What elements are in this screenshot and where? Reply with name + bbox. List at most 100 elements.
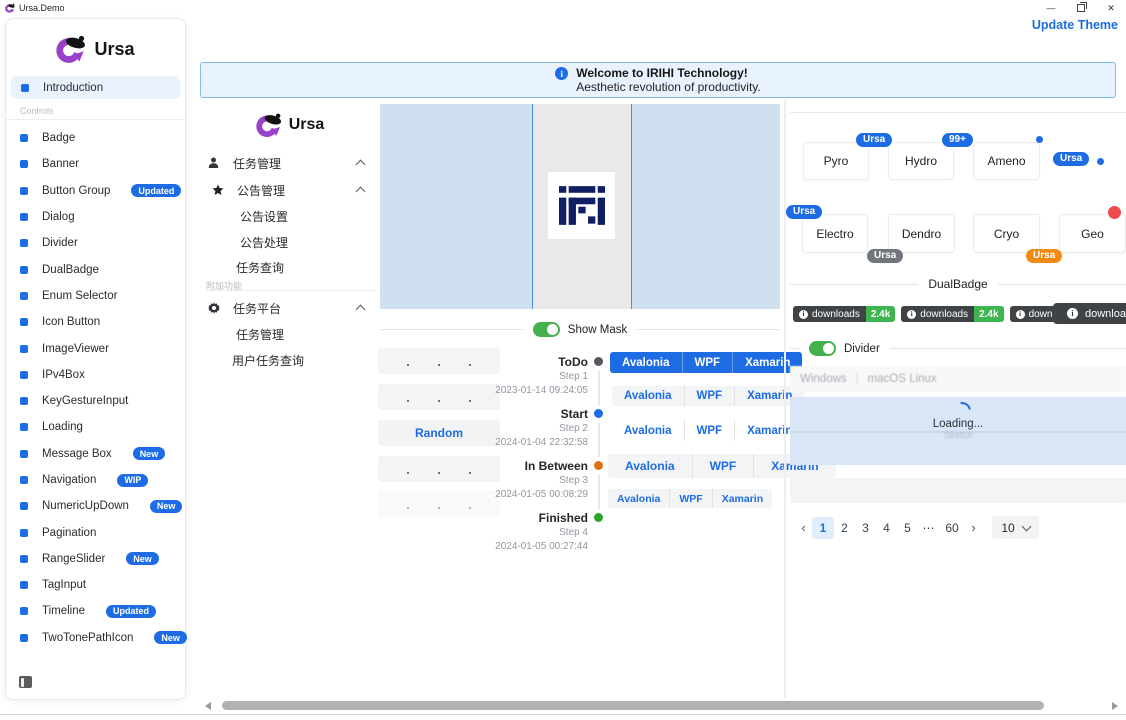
restore-button[interactable] [1066, 0, 1096, 16]
pagination: ‹ 1 2 3 4 5 ⋯ 60 › 10 [795, 516, 1039, 539]
dot-badge [1097, 158, 1104, 165]
timeline-title: ToDo [460, 355, 588, 369]
count-badge: 99+ [942, 133, 973, 147]
page-button-1[interactable]: 1 [812, 517, 834, 539]
sidebar-item-button-group[interactable]: Button GroupUpdated [6, 178, 185, 204]
sidebar-item-dialog[interactable]: Dialog [6, 204, 185, 230]
sidebar-item-dualbadge[interactable]: DualBadge [6, 256, 185, 282]
timeline-connector [598, 475, 600, 509]
wpf-button[interactable]: WPF [684, 386, 735, 406]
timeline-step: Step 4 [440, 527, 588, 538]
page-button-4[interactable]: 4 [876, 517, 897, 539]
sidebar-item-keygestureinput[interactable]: KeyGestureInput [6, 388, 185, 414]
page-button-60[interactable]: 60 [939, 517, 965, 539]
scroll-right-icon[interactable] [1112, 702, 1118, 710]
sidebar-item-divider[interactable]: Divider [6, 230, 185, 256]
wpf-button[interactable]: WPF [682, 352, 733, 373]
sidebar-item-message-box[interactable]: Message BoxNew [6, 441, 185, 467]
square-bullet-icon [20, 318, 28, 326]
wpf-button[interactable]: WPF [669, 489, 711, 508]
status-badge: New [150, 500, 183, 513]
square-bullet-icon [20, 239, 28, 247]
scroll-left-icon[interactable] [205, 702, 211, 710]
avalonia-button[interactable]: Avalonia [608, 454, 692, 478]
square-bullet-icon [20, 607, 28, 615]
chevron-up-icon [356, 187, 366, 197]
wpf-button[interactable]: WPF [684, 420, 735, 441]
chevron-up-icon [356, 305, 366, 315]
menu-item-task-platform[interactable]: 任务平台 [207, 299, 372, 317]
square-bullet-icon [20, 634, 28, 642]
close-button[interactable]: ✕ [1096, 0, 1126, 16]
sidebar-section-controls: Controls [20, 106, 185, 116]
page-button-3[interactable]: 3 [855, 517, 876, 539]
sidebar-item-twotonepathicon[interactable]: TwoTonePathIconNew [6, 625, 185, 651]
button-group-small: Avalonia WPF Xamarin [608, 489, 772, 508]
sidebar-item-timeline[interactable]: TimelineUpdated [6, 598, 185, 624]
collapsed-panel [790, 478, 1126, 503]
sidebar-item-ipv4box[interactable]: IPv4Box [6, 362, 185, 388]
viewer-guide-line[interactable] [532, 104, 534, 309]
sidebar-item-badge[interactable]: Badge [6, 125, 185, 151]
star-icon [211, 184, 224, 196]
avalonia-button[interactable]: Avalonia [612, 386, 684, 406]
sidebar-item-enum-selector[interactable]: Enum Selector [6, 283, 185, 309]
dualbadge-divider-label: DualBadge [928, 277, 987, 291]
timeline-title: Start [460, 407, 588, 421]
sidebar-item-loading[interactable]: Loading [6, 414, 185, 440]
menu-item-announcement-settings[interactable]: 公告设置 [240, 207, 288, 225]
avalonia-button[interactable]: Avalonia [608, 489, 669, 508]
menu-item-task-management[interactable]: 任务管理 [207, 154, 372, 172]
ursa-logo-text: Ursa [94, 39, 134, 60]
sidebar-item-navigation[interactable]: NavigationWIP [6, 467, 185, 493]
ursa-badge-standalone: Ursa [1053, 152, 1089, 166]
sidebar-item-imageviewer[interactable]: ImageViewer [6, 335, 185, 361]
person-icon [207, 157, 220, 169]
sidebar-item-banner[interactable]: Banner [6, 151, 185, 177]
image-viewer[interactable] [380, 104, 780, 309]
prev-page-button[interactable]: ‹ [795, 517, 812, 539]
menu-item-user-task-query[interactable]: 用户任务查询 [232, 351, 304, 369]
divider-toggle[interactable] [809, 341, 836, 356]
square-bullet-icon [20, 345, 28, 353]
page-size-dropdown[interactable]: 10 [992, 516, 1039, 539]
page-ellipsis[interactable]: ⋯ [918, 517, 939, 539]
menu-item-announcement-processing[interactable]: 公告处理 [240, 233, 288, 251]
ursa-badge: Ursa [856, 133, 892, 147]
timeline-dot-finished [594, 513, 603, 522]
avalonia-button[interactable]: Avalonia [612, 420, 684, 441]
sidebar-item-icon-button[interactable]: Icon Button [6, 309, 185, 335]
sidebar-item-numericupdown[interactable]: NumericUpDownNew [6, 493, 185, 519]
wpf-button[interactable]: WPF [692, 454, 754, 478]
horizontal-scrollbar[interactable] [222, 701, 1044, 710]
viewer-guide-line[interactable] [631, 104, 633, 309]
badge-card-electro: Electro [802, 214, 868, 253]
sidebar-item-pagination[interactable]: Pagination [6, 519, 185, 545]
menu-item-task-query[interactable]: 任务查询 [236, 258, 284, 276]
timeline-title: Finished [460, 511, 588, 525]
show-mask-toggle[interactable] [533, 322, 560, 337]
timeline-title: In Between [460, 459, 588, 473]
button-group-borderless: Avalonia WPF Xamarin [612, 420, 804, 441]
page-button-5[interactable]: 5 [897, 517, 918, 539]
info-icon: i [1016, 310, 1025, 319]
sidebar-item-rangeslider[interactable]: RangeSliderNew [6, 546, 185, 572]
avalonia-button[interactable]: Avalonia [610, 352, 682, 373]
minimize-button[interactable]: — [1036, 0, 1066, 16]
banner-title: Welcome to IRIHI Technology! [576, 66, 761, 80]
ursa-logo-text: Ursa [289, 116, 325, 134]
square-bullet-icon [20, 266, 28, 274]
menu-item-announcement-management[interactable]: 公告管理 [211, 181, 372, 199]
square-bullet-icon [20, 555, 28, 563]
update-theme-button[interactable]: Update Theme [1032, 18, 1118, 32]
menu-item-task-management-sub[interactable]: 任务管理 [236, 325, 284, 343]
collapse-sidebar-icon[interactable] [19, 676, 32, 688]
page-button-2[interactable]: 2 [834, 517, 855, 539]
divider-toggle-row: Divider [790, 341, 1126, 356]
sidebar-item-taginput[interactable]: TagInput [6, 572, 185, 598]
next-page-button[interactable]: › [965, 517, 982, 539]
divider-plain [790, 112, 1126, 113]
sidebar-item-introduction[interactable]: Introduction [11, 76, 180, 99]
square-bullet-icon [20, 581, 28, 589]
xamarin-button[interactable]: Xamarin [712, 489, 772, 508]
